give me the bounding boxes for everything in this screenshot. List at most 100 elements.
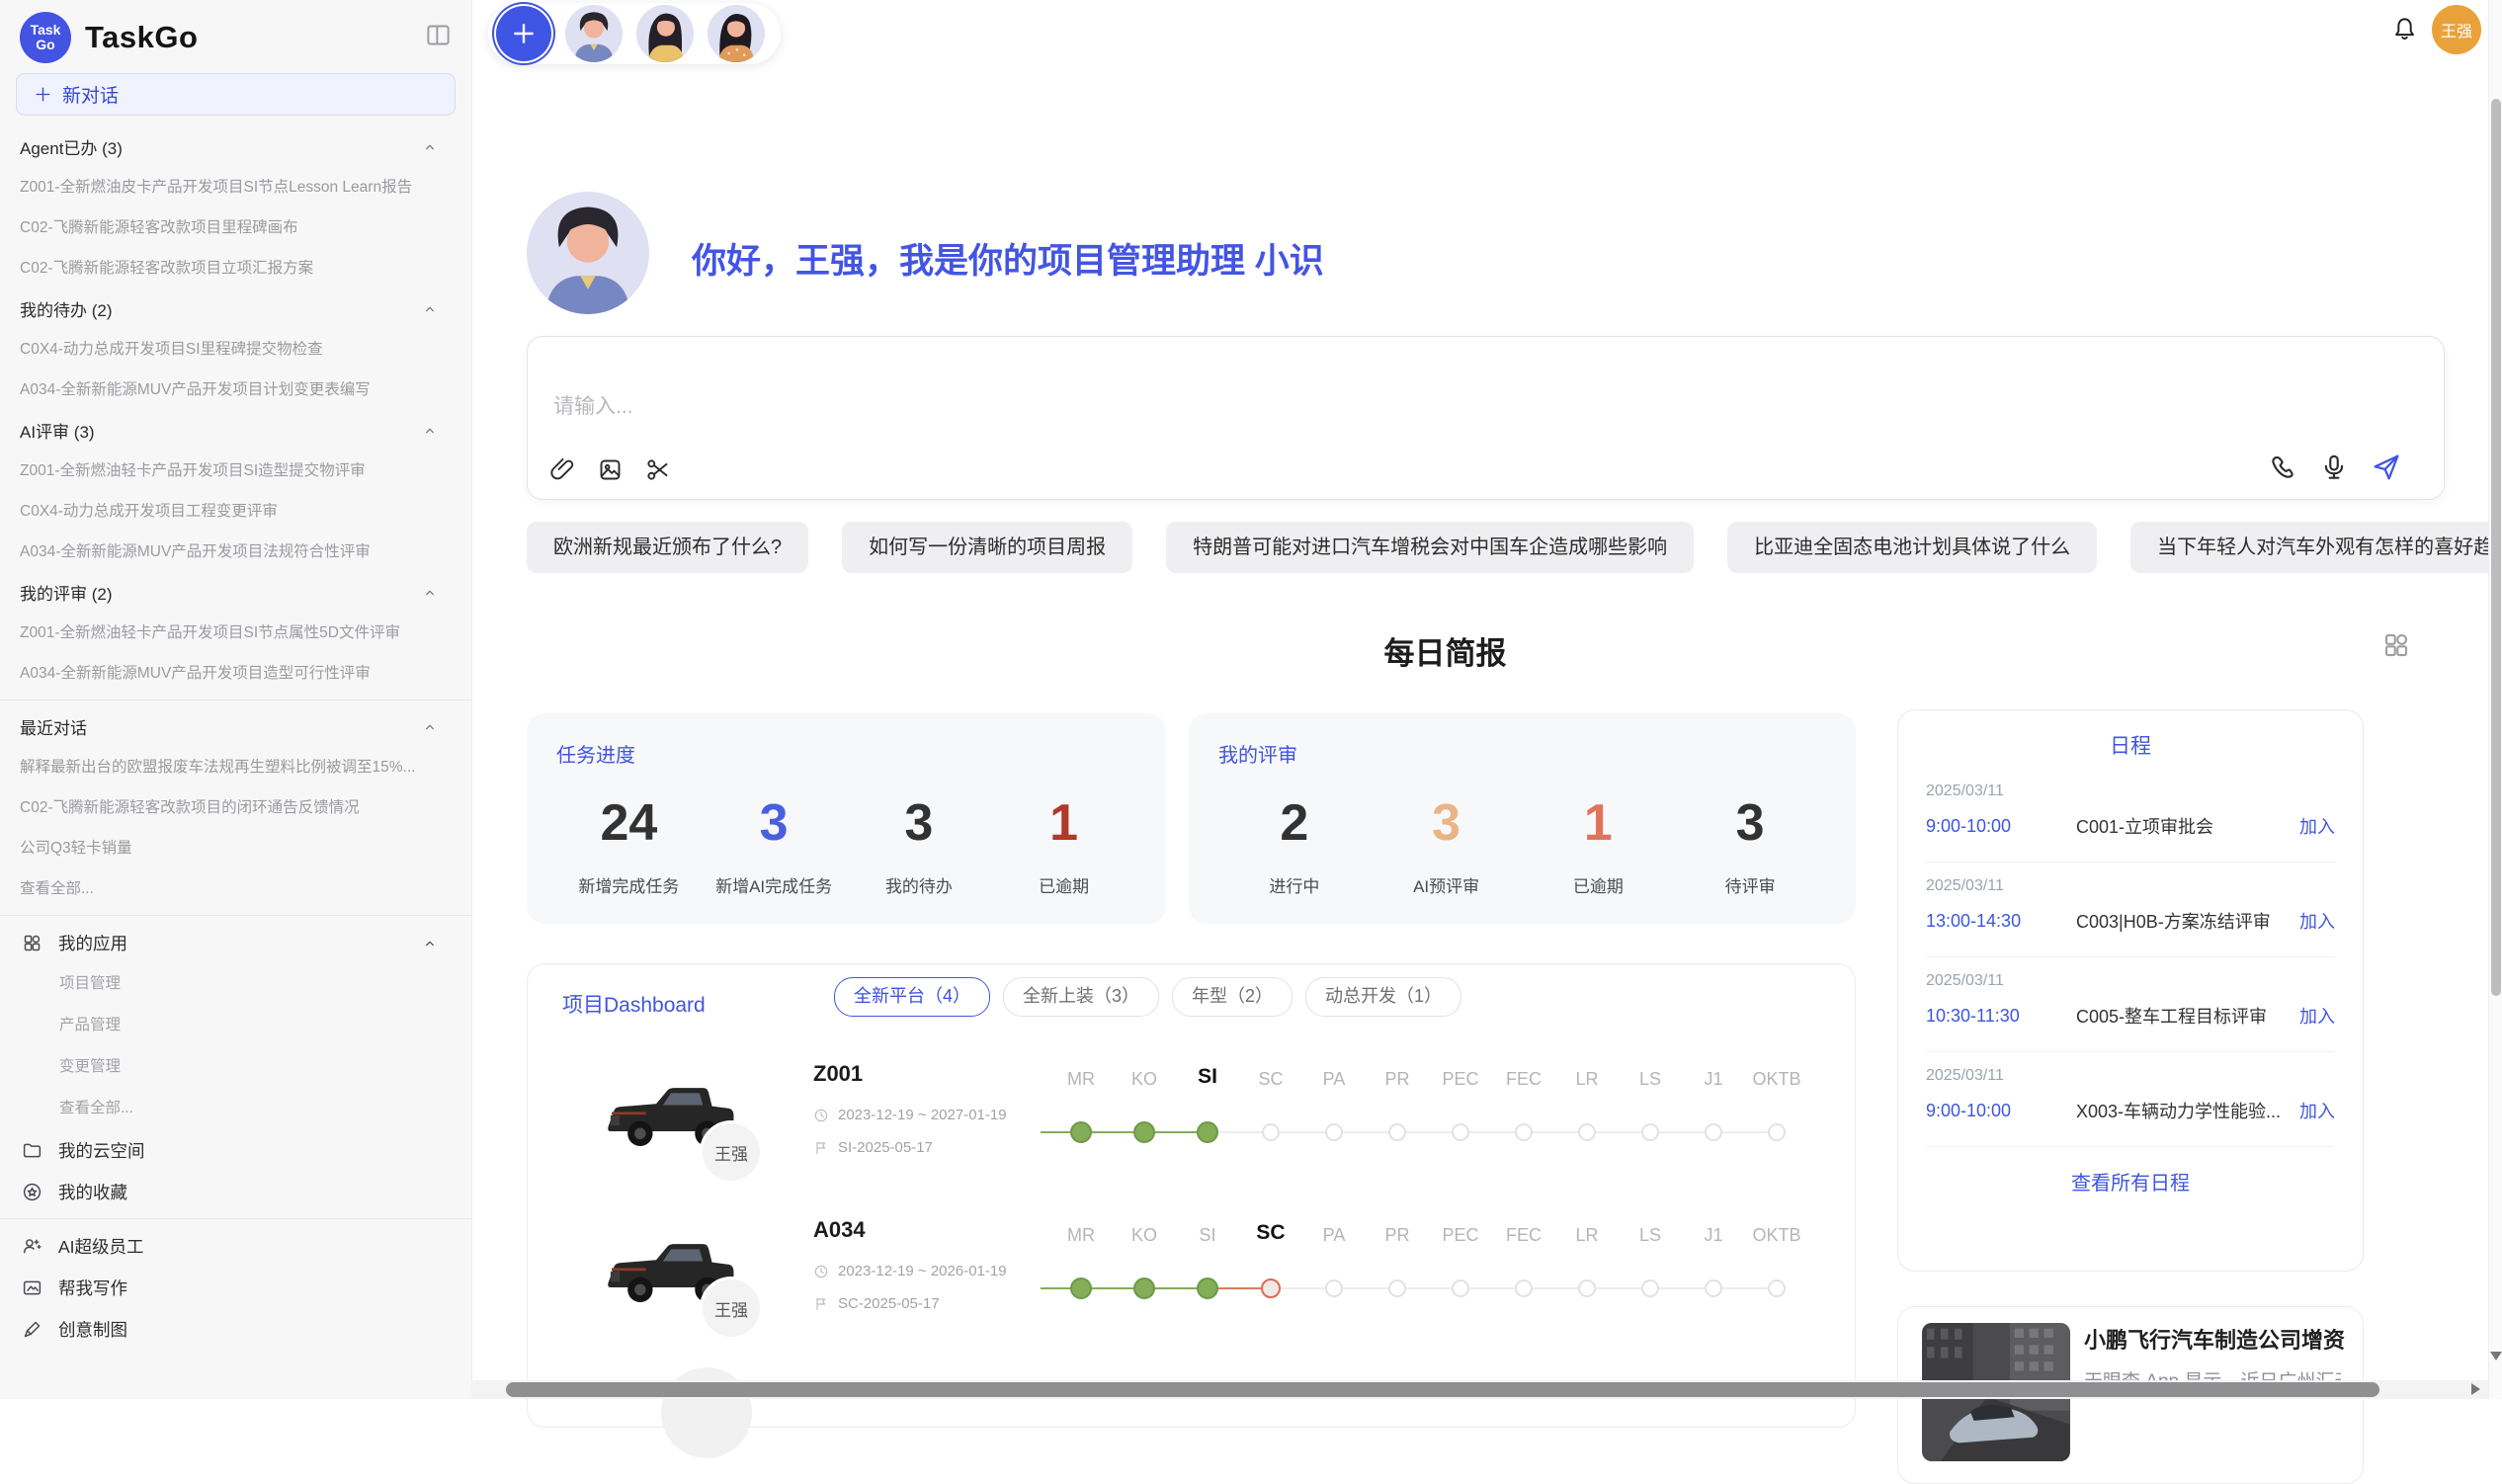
scroll-right-arrow-icon[interactable] <box>2471 1383 2480 1395</box>
milestone-dot <box>1070 1121 1092 1143</box>
new-session-button[interactable] <box>496 6 551 61</box>
pen-icon <box>22 1319 42 1340</box>
phone-icon[interactable] <box>2268 453 2297 482</box>
sidebar-section-header[interactable]: 我的评审 (2) <box>0 572 471 613</box>
stat-column: 24新增完成任务 <box>556 795 702 897</box>
dashboard-filter-tab[interactable]: 全新上装（3） <box>1003 977 1159 1017</box>
stat-label: 新增AI完成任务 <box>702 872 847 897</box>
chevron-up-icon[interactable] <box>422 137 438 157</box>
milestone-label: PEC <box>1442 1225 1478 1246</box>
sidebar-item-creative-draw[interactable]: 创意制图 <box>0 1308 471 1350</box>
sidebar-item-my-apps[interactable]: 我的应用 <box>0 922 471 963</box>
sidebar-item-help-write[interactable]: 帮我写作 <box>0 1267 471 1308</box>
scroll-down-arrow-icon[interactable] <box>2490 1352 2502 1360</box>
conversation-item[interactable]: C02-飞腾新能源轻客改款项目立项汇报方案 <box>0 248 471 289</box>
session-avatar-1[interactable] <box>565 5 623 62</box>
sidebar-section-header[interactable]: Agent已办 (3) <box>0 126 471 167</box>
vertical-scrollbar-thumb[interactable] <box>2491 99 2501 996</box>
app-submenu-item[interactable]: 项目管理 <box>0 963 471 1005</box>
conversation-item[interactable]: A034-全新新能源MUV产品开发项目计划变更表编写 <box>0 370 471 410</box>
suggestion-chip[interactable]: 欧洲新规最近颁布了什么? <box>527 522 808 573</box>
notification-bell-icon[interactable] <box>2391 16 2418 42</box>
schedule-title: 日程 <box>1926 730 2335 760</box>
new-chat-label: 新对话 <box>62 81 119 108</box>
attach-icon[interactable] <box>549 456 576 483</box>
session-avatar-3[interactable] <box>708 5 765 62</box>
dashboard-filter-tab[interactable]: 动总开发（1） <box>1305 977 1461 1017</box>
milestone-label: LS <box>1639 1225 1661 1246</box>
schedule-date: 2025/03/11 <box>1926 1067 2335 1085</box>
suggestion-chip[interactable]: 当下年轻人对汽车外观有怎样的喜好趋势 <box>2130 522 2502 573</box>
chat-input[interactable] <box>551 394 2038 420</box>
chevron-up-icon[interactable] <box>422 717 438 737</box>
suggestion-chip[interactable]: 特朗普可能对进口汽车增税会对中国车企造成哪些影响 <box>1166 522 1694 573</box>
people-icon <box>22 1236 42 1257</box>
milestone-dot <box>1325 1123 1343 1141</box>
chevron-up-icon[interactable] <box>422 299 438 319</box>
sidebar-section-header[interactable]: 我的待办 (2) <box>0 289 471 329</box>
suggestion-chip[interactable]: 如何写一份清晰的项目周报 <box>842 522 1132 573</box>
conversation-item[interactable]: A034-全新新能源MUV产品开发项目法规符合性评审 <box>0 532 471 572</box>
mic-icon[interactable] <box>2319 453 2349 482</box>
chevron-up-icon[interactable] <box>422 583 438 603</box>
recent-chat-item[interactable]: 查看全部... <box>0 868 471 909</box>
menu-label: 我的云空间 <box>58 1138 145 1163</box>
recent-chats-header[interactable]: 最近对话 <box>0 706 471 747</box>
conversation-item[interactable]: C02-飞腾新能源轻客改款项目里程碑画布 <box>0 207 471 248</box>
send-icon[interactable] <box>2371 452 2402 483</box>
horizontal-scrollbar-thumb[interactable] <box>506 1382 2379 1397</box>
conversation-item[interactable]: C0X4-动力总成开发项目SI里程碑提交物检查 <box>0 329 471 370</box>
app-submenu-item[interactable]: 查看全部... <box>0 1088 471 1129</box>
milestone-label: KO <box>1131 1069 1157 1090</box>
chevron-up-icon[interactable] <box>422 933 438 953</box>
app-submenu-item[interactable]: 变更管理 <box>0 1046 471 1088</box>
project-owner-badge: 王强 <box>700 1120 763 1184</box>
sidebar-item-favorites[interactable]: 我的收藏 <box>0 1171 471 1212</box>
recent-chat-item[interactable]: C02-飞腾新能源轻客改款项目的闭环通告反馈情况 <box>0 787 471 828</box>
dashboard-filter-tab[interactable]: 全新平台（4） <box>834 977 990 1017</box>
milestone-dot <box>1705 1123 1722 1141</box>
project-row[interactable]: 王强Z0012023-12-19 ~ 2027-01-19SI-2025-05-… <box>528 1061 1855 1217</box>
schedule-meeting-title: C003|H0B-方案冻结评审 <box>2076 908 2299 934</box>
sidebar-section-header[interactable]: AI评审 (3) <box>0 410 471 451</box>
sidebar-item-ai-super-staff[interactable]: AI超级员工 <box>0 1225 471 1267</box>
sidebar-item-cloud[interactable]: 我的云空间 <box>0 1129 471 1171</box>
milestone-dot <box>1262 1123 1280 1141</box>
recent-chat-item[interactable]: 公司Q3轻卡销量 <box>0 828 471 868</box>
user-avatar[interactable]: 王强 <box>2432 5 2481 54</box>
join-meeting-link[interactable]: 加入 <box>2299 1003 2335 1029</box>
join-meeting-link[interactable]: 加入 <box>2299 1098 2335 1123</box>
menu-label: AI超级员工 <box>58 1234 144 1259</box>
chevron-up-icon[interactable] <box>422 421 438 441</box>
menu-label: 我的应用 <box>58 931 127 955</box>
conversation-item[interactable]: Z001-全新燃油轻卡产品开发项目SI节点属性5D文件评审 <box>0 613 471 653</box>
join-meeting-link[interactable]: 加入 <box>2299 908 2335 934</box>
app-submenu-item[interactable]: 产品管理 <box>0 1005 471 1046</box>
new-chat-button[interactable]: 新对话 <box>16 73 456 116</box>
section-title: 我的待办 (2) <box>20 296 113 321</box>
milestone-label: J1 <box>1704 1225 1722 1246</box>
schedule-time: 9:00-10:00 <box>1926 816 2076 837</box>
vertical-scrollbar[interactable] <box>2488 0 2502 1399</box>
suggestion-chip[interactable]: 比亚迪全固态电池计划具体说了什么 <box>1727 522 2097 573</box>
collapse-sidebar-icon[interactable] <box>425 22 452 48</box>
stat-value: 3 <box>1371 795 1523 851</box>
layout-grid-icon[interactable] <box>2381 630 2411 660</box>
logo-text-bottom: Go <box>36 38 54 52</box>
dashboard-filter-tab[interactable]: 年型（2） <box>1172 977 1293 1017</box>
image-icon[interactable] <box>597 456 624 483</box>
view-all-schedule-link[interactable]: 查看所有日程 <box>1926 1167 2335 1195</box>
horizontal-scrollbar[interactable] <box>471 1380 2488 1399</box>
conversation-item[interactable]: C0X4-动力总成开发项目工程变更评审 <box>0 491 471 532</box>
write-icon <box>22 1278 42 1298</box>
project-row[interactable]: 王强A0342023-12-19 ~ 2026-01-19SC-2025-05-… <box>528 1217 1855 1373</box>
milestone-dot <box>1768 1123 1786 1141</box>
conversation-item[interactable]: Z001-全新燃油皮卡产品开发项目SI节点Lesson Learn报告 <box>0 167 471 207</box>
scissors-icon[interactable] <box>644 456 671 483</box>
recent-chat-item[interactable]: 解释最新出台的欧盟报废车法规再生塑料比例被调至15%... <box>0 747 471 787</box>
session-avatar-2[interactable] <box>636 5 694 62</box>
conversation-item[interactable]: Z001-全新燃油轻卡产品开发项目SI造型提交物评审 <box>0 451 471 491</box>
conversation-item[interactable]: A034-全新新能源MUV产品开发项目造型可行性评审 <box>0 653 471 694</box>
join-meeting-link[interactable]: 加入 <box>2299 813 2335 839</box>
milestone-label: OKTB <box>1752 1225 1800 1246</box>
